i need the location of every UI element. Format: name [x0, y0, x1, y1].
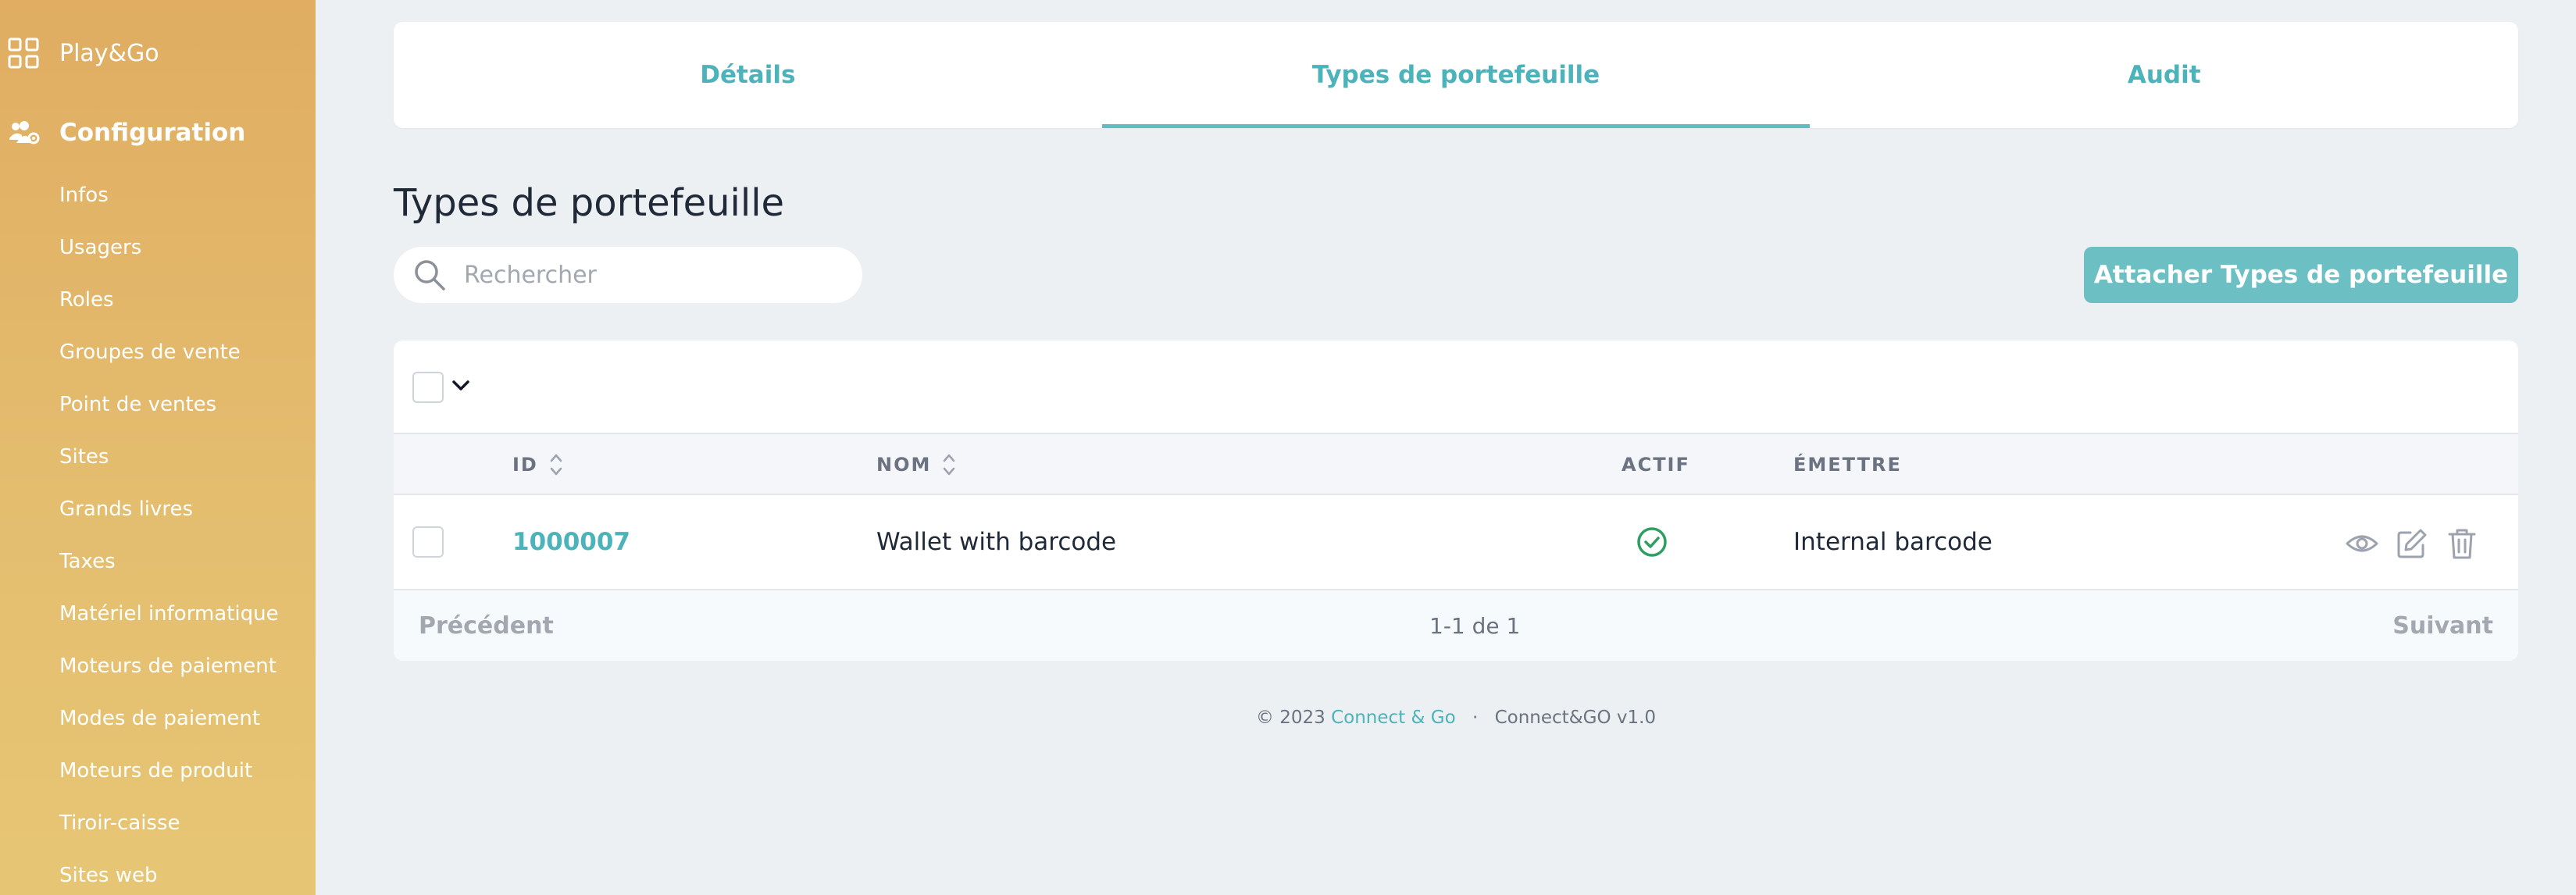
- sidebar-item-sites-web[interactable]: Sites web: [59, 849, 279, 895]
- sidebar-section-label: Configuration: [59, 119, 246, 147]
- column-header-id-label: ID: [512, 454, 538, 476]
- table-header: ID NOM ACTIF ÉMETTRE: [394, 434, 2518, 495]
- footer-company-link[interactable]: Connect & Go: [1331, 708, 1456, 728]
- search-icon: [415, 260, 445, 291]
- eye-icon[interactable]: [2345, 526, 2379, 561]
- select-all-checkbox[interactable]: [412, 372, 444, 403]
- row-id-link[interactable]: 1000007: [512, 495, 630, 589]
- chevron-down-icon[interactable]: [451, 378, 470, 394]
- search-input[interactable]: [464, 261, 839, 289]
- sidebar-item-groupes-de-vente[interactable]: Groupes de vente: [59, 326, 279, 378]
- footer: © 2023 Connect & Go · Connect&GO v1.0: [394, 708, 2518, 728]
- apps-grid-icon: [8, 37, 39, 69]
- column-header-nom-label: NOM: [876, 454, 932, 476]
- sidebar-item-infos[interactable]: Infos: [59, 169, 279, 221]
- sort-icon: [944, 454, 955, 476]
- sidebar-item-sites[interactable]: Sites: [59, 430, 279, 483]
- check-circle-icon: [1637, 527, 1667, 557]
- sidebar-item-roles[interactable]: Roles: [59, 273, 279, 326]
- sidebar-item-moteurs-de-produit[interactable]: Moteurs de produit: [59, 744, 279, 797]
- sidebar-item-moteurs-de-paiement[interactable]: Moteurs de paiement: [59, 640, 279, 692]
- sidebar-section-configuration[interactable]: Configuration: [8, 114, 245, 152]
- tab-audit[interactable]: Audit: [1810, 22, 2518, 128]
- row-emettre: Internal barcode: [1793, 528, 1993, 556]
- column-header-id[interactable]: ID: [512, 434, 563, 495]
- sidebar: Play&Go Configuration Infos Usagers Role…: [0, 0, 316, 895]
- sidebar-item-taxes[interactable]: Taxes: [59, 535, 279, 587]
- edit-icon[interactable]: [2395, 526, 2429, 561]
- tab-types-de-portefeuille[interactable]: Types de portefeuille: [1101, 22, 1811, 128]
- sidebar-item-usagers[interactable]: Usagers: [59, 221, 279, 273]
- footer-copyright: © 2023: [1255, 708, 1325, 728]
- brand[interactable]: Play&Go: [8, 34, 159, 72]
- next-page-button[interactable]: Suivant: [2392, 612, 2493, 640]
- users-cog-icon: [9, 121, 40, 144]
- sidebar-nav: Infos Usagers Roles Groupes de vente Poi…: [59, 169, 279, 895]
- column-header-actif: ACTIF: [1622, 454, 1690, 476]
- pagination: Précédent 1-1 de 1 Suivant: [394, 590, 2518, 661]
- bulk-actions-bar: [394, 341, 2518, 434]
- row-actif: [1636, 495, 1668, 589]
- attach-wallet-types-button[interactable]: Attacher Types de portefeuille: [2084, 247, 2518, 303]
- previous-page-button[interactable]: Précédent: [419, 612, 554, 640]
- sort-icon: [550, 454, 562, 476]
- sidebar-item-grands-livres[interactable]: Grands livres: [59, 483, 279, 535]
- trash-icon[interactable]: [2445, 526, 2479, 561]
- tab-details[interactable]: Détails: [394, 22, 1102, 128]
- row-checkbox[interactable]: [412, 526, 444, 558]
- column-header-emettre: ÉMETTRE: [1793, 454, 1902, 476]
- sidebar-item-tiroir-caisse[interactable]: Tiroir-caisse: [59, 797, 279, 849]
- sidebar-item-point-de-ventes[interactable]: Point de ventes: [59, 378, 279, 430]
- wallet-types-table: ID NOM ACTIF ÉMETTRE 1000007 Wallet with…: [394, 341, 2518, 661]
- pagination-count: 1-1 de 1: [1429, 612, 1521, 639]
- footer-version: Connect&GO v1.0: [1494, 708, 1657, 728]
- footer-separator: ·: [1472, 708, 1479, 728]
- page-title: Types de portefeuille: [394, 181, 785, 225]
- sidebar-item-materiel-informatique[interactable]: Matériel informatique: [59, 587, 279, 640]
- brand-label: Play&Go: [59, 39, 159, 67]
- row-nom: Wallet with barcode: [876, 528, 1117, 556]
- table-row: 1000007 Wallet with barcode Internal bar…: [394, 495, 2518, 590]
- search-box: [394, 247, 862, 303]
- sidebar-item-modes-de-paiement[interactable]: Modes de paiement: [59, 692, 279, 744]
- tab-bar: Détails Types de portefeuille Audit: [394, 22, 2518, 128]
- column-header-nom[interactable]: NOM: [876, 434, 956, 495]
